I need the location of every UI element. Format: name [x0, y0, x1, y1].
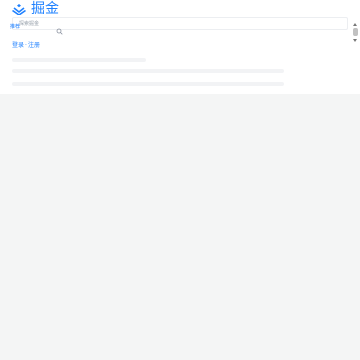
register-link[interactable]: 注册 [28, 42, 40, 49]
scrollbar[interactable] [352, 23, 359, 45]
nav-item-recommend[interactable]: 推荐 [10, 24, 20, 30]
page: 掘金 推荐 登录·注册 [0, 0, 360, 360]
auth-separator: · [25, 42, 27, 49]
logo-text: 掘金 [31, 1, 59, 17]
search-input[interactable] [19, 20, 55, 28]
juejin-logo-icon [12, 3, 26, 15]
scroll-down-arrow-icon[interactable] [353, 39, 357, 42]
skeleton-line [12, 69, 284, 73]
content-area [0, 94, 360, 360]
scroll-up-arrow-icon[interactable] [353, 23, 357, 26]
search-icon[interactable] [56, 20, 63, 35]
auth-links: 登录·注册 [12, 42, 40, 49]
scroll-thumb[interactable] [353, 28, 358, 36]
login-link[interactable]: 登录 [12, 42, 24, 49]
skeleton-line [12, 82, 284, 86]
skeleton-line [12, 58, 146, 62]
search-box[interactable] [12, 17, 348, 35]
logo[interactable]: 掘金 [12, 1, 59, 17]
